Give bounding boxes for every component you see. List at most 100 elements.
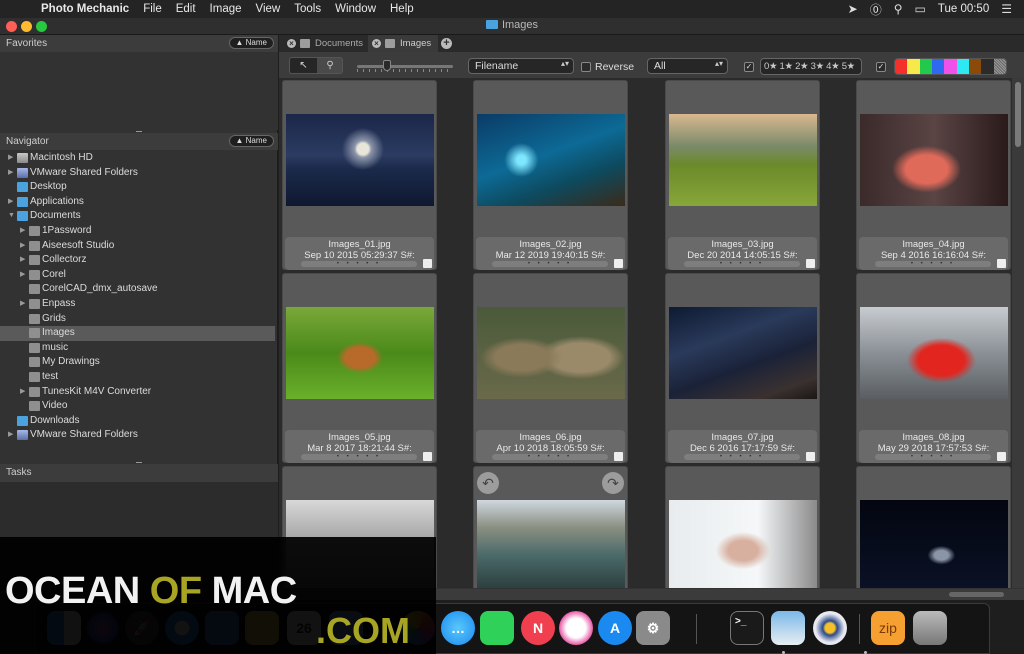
disclosure-collapsed-icon[interactable]: ▶ xyxy=(20,268,25,283)
thumbnail-image[interactable] xyxy=(286,307,434,399)
tag-checkbox[interactable] xyxy=(423,452,432,461)
navigator-item[interactable]: ▼ Documents xyxy=(0,209,278,224)
disclosure-collapsed-icon[interactable]: ▶ xyxy=(20,224,25,239)
disclosure-collapsed-icon[interactable]: ▶ xyxy=(8,166,13,181)
thumbnail-cell[interactable]: Images_05.jpg Mar 8 2017 18:21:44 S#: • • … xyxy=(282,273,437,463)
close-tab-icon[interactable]: × xyxy=(287,39,296,48)
messages-icon[interactable]: … xyxy=(441,611,475,645)
slider-knob[interactable] xyxy=(383,60,392,71)
thumbnail-image[interactable] xyxy=(669,307,817,399)
zoom-tool-button[interactable]: ⚲ xyxy=(317,58,342,73)
navigator-item[interactable]: Desktop xyxy=(0,180,278,195)
disclosure-collapsed-icon[interactable]: ▶ xyxy=(8,428,13,443)
location-icon[interactable]: ➤ xyxy=(848,2,858,16)
star-rating-control[interactable]: • • • • • xyxy=(875,454,991,460)
color-class-swatch[interactable] xyxy=(981,59,994,74)
rotate-left-icon[interactable]: ↶ xyxy=(477,472,499,494)
image-viewer-icon[interactable] xyxy=(771,611,805,645)
disclosure-collapsed-icon[interactable]: ▶ xyxy=(20,297,25,312)
navigator-item[interactable]: My Drawings xyxy=(0,355,278,370)
star-rating-control[interactable]: • • • • • xyxy=(875,261,991,267)
trash-icon[interactable] xyxy=(913,611,947,645)
sort-by-dropdown[interactable]: Filename ▴▾ xyxy=(468,58,574,74)
horizontal-scrollbar-thumb[interactable] xyxy=(949,592,1004,597)
thumbnail-image[interactable] xyxy=(477,114,625,206)
thumbnail-image[interactable] xyxy=(477,307,625,399)
navigator-item[interactable]: music xyxy=(0,341,278,356)
rotate-right-icon[interactable]: ↷ xyxy=(602,472,624,494)
menu-help[interactable]: Help xyxy=(390,3,414,15)
thumbnail-cell[interactable]: Images_04.jpg Sep 4 2016 16:16:04 S#: • • … xyxy=(856,80,1011,270)
star-rating-filter[interactable]: 0★ 1★ 2★ 3★ 4★ 5★ xyxy=(760,58,862,75)
menu-app-name[interactable]: Photo Mechanic xyxy=(41,3,129,15)
thumbnail-cell[interactable] xyxy=(856,466,1011,588)
tag-checkbox[interactable] xyxy=(614,259,623,268)
tag-checkbox[interactable] xyxy=(997,259,1006,268)
menubar-clock[interactable]: Tue 00:50 xyxy=(938,3,989,15)
thumbnail-image[interactable] xyxy=(860,307,1008,399)
app-store-icon[interactable]: A xyxy=(598,611,632,645)
thumbnail-cell[interactable]: Images_03.jpg Dec 20 2014 14:05:15 S#: • •… xyxy=(665,80,820,270)
navigator-item[interactable]: Video xyxy=(0,399,278,414)
star-rating-control[interactable]: • • • • • xyxy=(301,454,417,460)
tag-checkbox[interactable] xyxy=(806,452,815,461)
disclosure-collapsed-icon[interactable]: ▶ xyxy=(8,195,13,210)
navigator-item[interactable]: ▶ 1Password xyxy=(0,224,278,239)
vertical-scrollbar[interactable] xyxy=(1012,78,1024,588)
navigator-item[interactable]: ▶ Applications xyxy=(0,195,278,210)
star-rating-control[interactable]: • • • • • xyxy=(301,261,417,267)
navigator-item[interactable]: ▶ Collectorz xyxy=(0,253,278,268)
color-class-swatch[interactable] xyxy=(956,59,969,74)
tag-checkbox[interactable] xyxy=(423,259,432,268)
thumbnail-cell[interactable] xyxy=(665,466,820,588)
navigator-item[interactable]: ▶ TunesKit M4V Converter xyxy=(0,385,278,400)
color-class-swatch[interactable] xyxy=(944,59,957,74)
disclosure-collapsed-icon[interactable]: ▶ xyxy=(8,151,13,166)
stars-filter-checkbox[interactable]: ✓ xyxy=(744,62,754,72)
thumbnail-cell[interactable]: ↶ ↷ xyxy=(473,466,628,588)
tag-checkbox[interactable] xyxy=(806,259,815,268)
thumbnail-image[interactable] xyxy=(669,114,817,206)
facetime-icon[interactable] xyxy=(480,611,514,645)
color-class-swatch[interactable] xyxy=(993,59,1006,74)
vertical-scrollbar-thumb[interactable] xyxy=(1015,82,1021,147)
navigator-item[interactable]: ▶ Corel xyxy=(0,268,278,283)
photo-mechanic-icon[interactable] xyxy=(813,611,847,645)
tab-images[interactable]: × Images xyxy=(368,35,438,52)
menu-edit[interactable]: Edit xyxy=(176,3,196,15)
thumbnail-cell[interactable]: Images_08.jpg May 29 2018 17:57:53 S#: • •… xyxy=(856,273,1011,463)
color-class-filter-checkbox[interactable]: ✓ xyxy=(876,62,886,72)
add-tab-button[interactable]: + xyxy=(441,38,452,49)
system-preferences-icon[interactable]: ⚙ xyxy=(636,611,670,645)
star-rating-control[interactable]: • • • • • xyxy=(684,454,800,460)
thumbnail-image[interactable] xyxy=(860,114,1008,206)
color-class-swatch[interactable] xyxy=(919,59,932,74)
color-class-swatch[interactable] xyxy=(968,59,982,74)
star-rating-control[interactable]: • • • • • xyxy=(492,261,608,267)
close-tab-icon[interactable]: × xyxy=(372,39,381,48)
notification-center-icon[interactable]: ☰ xyxy=(1001,2,1012,16)
menu-image[interactable]: Image xyxy=(210,3,242,15)
thumbnail-cell[interactable]: Images_02.jpg Mar 12 2019 19:40:15 S#: • •… xyxy=(473,80,628,270)
display-mirroring-icon[interactable]: ▭ xyxy=(915,2,926,16)
thumbnail-image[interactable] xyxy=(860,500,1008,588)
thumbnail-image[interactable] xyxy=(477,500,625,588)
reverse-checkbox[interactable] xyxy=(581,62,591,72)
menu-window[interactable]: Window xyxy=(335,3,376,15)
archive-zip-icon[interactable]: zip xyxy=(871,611,905,645)
select-tool-button[interactable]: ↖ xyxy=(290,58,317,73)
terminal-icon[interactable]: >_ xyxy=(730,611,764,645)
spotlight-search-icon[interactable]: ⚲ xyxy=(894,2,903,16)
disclosure-collapsed-icon[interactable]: ▶ xyxy=(20,385,25,400)
itunes-icon[interactable]: ♫ xyxy=(559,611,593,645)
tag-checkbox[interactable] xyxy=(997,452,1006,461)
disclosure-collapsed-icon[interactable]: ▶ xyxy=(20,253,25,268)
thumbnail-image[interactable] xyxy=(669,500,817,588)
disclosure-collapsed-icon[interactable]: ▶ xyxy=(20,239,25,254)
star-rating-control[interactable]: • • • • • xyxy=(492,454,608,460)
thumbnail-image[interactable] xyxy=(286,114,434,206)
navigator-item[interactable]: Grids xyxy=(0,312,278,327)
thumbnail-size-slider[interactable] xyxy=(357,60,453,72)
filter-dropdown[interactable]: All ▴▾ xyxy=(647,58,728,74)
tab-documents[interactable]: × Documents xyxy=(281,35,367,52)
